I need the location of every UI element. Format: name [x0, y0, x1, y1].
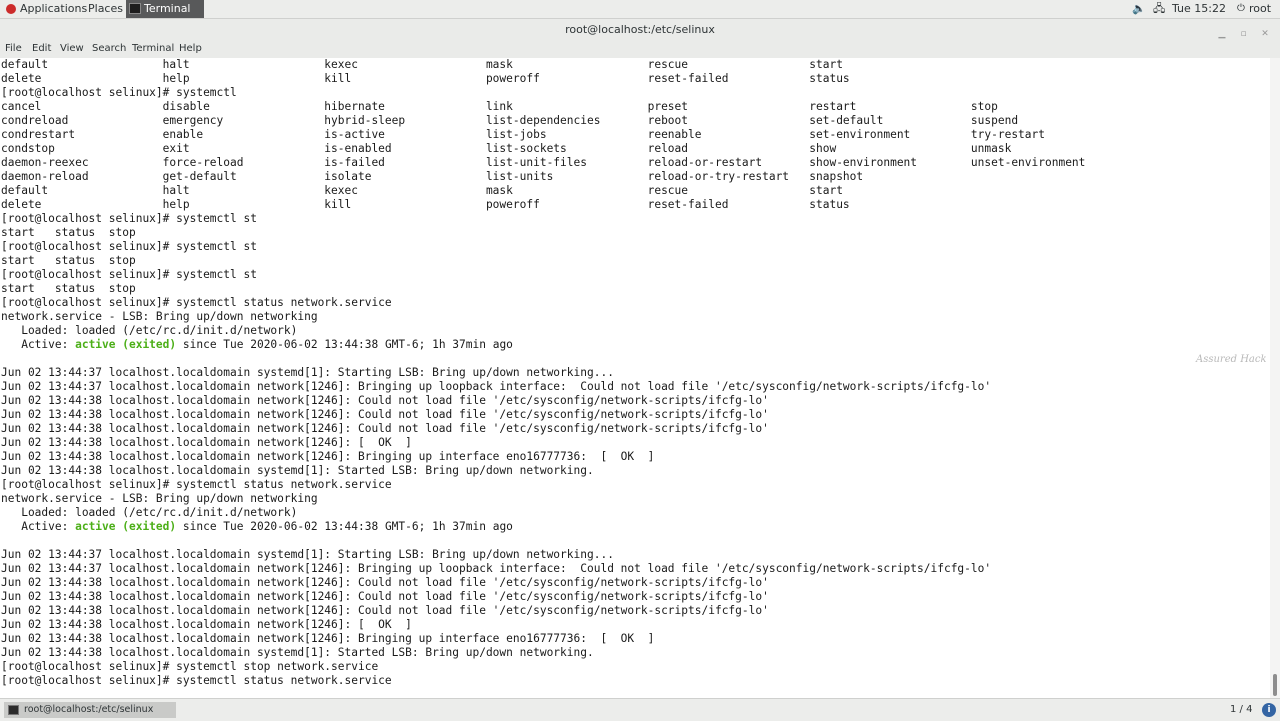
terminal-line: Jun 02 13:44:38 localhost.localdomain ne…: [1, 436, 412, 449]
terminal-line: Jun 02 13:44:38 localhost.localdomain ne…: [1, 590, 769, 603]
terminal-line: daemon-reexec force-reload is-failed lis…: [1, 156, 1086, 169]
taskbar-window-button[interactable]: root@localhost:/etc/selinux: [4, 702, 176, 718]
window-title: root@localhost:/etc/selinux: [565, 23, 715, 36]
menu-file[interactable]: File: [5, 41, 22, 58]
terminal-line: condreload emergency hybrid-sleep list-d…: [1, 114, 1019, 127]
minimize-icon[interactable]: ▁: [1215, 27, 1229, 41]
bottom-panel: root@localhost:/etc/selinux 1 / 4 i: [0, 698, 1280, 721]
terminal-line: [root@localhost selinux]# systemctl st: [1, 212, 257, 225]
menu-terminal[interactable]: Terminal: [132, 41, 174, 58]
window-controls: ▁ ▫ ✕: [1211, 22, 1272, 39]
terminal-scrollbar[interactable]: [1270, 58, 1280, 698]
terminal-line: Active: active (exited) since Tue 2020-0…: [1, 520, 513, 533]
places-menu[interactable]: Places: [88, 0, 123, 18]
terminal-line: delete help kill poweroff reset-failed s…: [1, 198, 850, 211]
terminal-line: Jun 02 13:44:37 localhost.localdomain ne…: [1, 562, 992, 575]
gnome-foot-icon: [6, 4, 16, 14]
service-active-since: since Tue 2020-06-02 13:44:38 GMT-6; 1h …: [176, 338, 513, 351]
terminal-line: Jun 02 13:44:37 localhost.localdomain sy…: [1, 548, 614, 561]
terminal-line: [root@localhost selinux]# systemctl stat…: [1, 674, 399, 687]
terminal-icon: [8, 705, 19, 715]
top-panel: Applications Places Terminal 🔈 🖧 Tue 15:…: [0, 0, 1280, 19]
menu-search[interactable]: Search: [92, 41, 126, 58]
terminal-line: [root@localhost selinux]# systemctl st: [1, 268, 257, 281]
terminal-line: Jun 02 13:44:38 localhost.localdomain ne…: [1, 604, 769, 617]
terminal-line: [root@localhost selinux]# systemctl stat…: [1, 296, 392, 309]
terminal-line: Jun 02 13:44:38 localhost.localdomain sy…: [1, 464, 594, 477]
terminal-line: Jun 02 13:44:38 localhost.localdomain ne…: [1, 422, 769, 435]
user-icon: ⏻: [1237, 3, 1245, 14]
terminal-icon: [129, 3, 141, 14]
terminal-line: [root@localhost selinux]# systemctl: [1, 86, 237, 99]
terminal-line: start status stop: [1, 254, 136, 267]
workspace-indicator[interactable]: 1 / 4: [1230, 699, 1252, 721]
terminal-output[interactable]: default halt kexec mask rescue start dele…: [0, 58, 1270, 698]
service-active-status: active (exited): [75, 338, 177, 351]
window-title-bar[interactable]: root@localhost:/etc/selinux ▁ ▫ ✕: [0, 19, 1280, 41]
scrollbar-thumb[interactable]: [1273, 674, 1277, 696]
taskbar-window-label: root@localhost:/etc/selinux: [24, 704, 154, 715]
terminal-line: Jun 02 13:44:38 localhost.localdomain ne…: [1, 394, 769, 407]
terminal-line: Jun 02 13:44:37 localhost.localdomain ne…: [1, 380, 992, 393]
terminal-line: condrestart enable is-active list-jobs r…: [1, 128, 1045, 141]
applications-label: Applications: [20, 2, 88, 15]
menubar: File Edit View Search Terminal Help: [0, 41, 1280, 59]
close-icon[interactable]: ✕: [1258, 27, 1272, 41]
terminal-line: [root@localhost selinux]# systemctl stop…: [1, 660, 379, 673]
terminal-line: start status stop: [1, 226, 136, 239]
watermark: Assured Hack: [1196, 354, 1267, 365]
notification-info-icon[interactable]: i: [1262, 703, 1276, 717]
clock[interactable]: Tue 15:22: [1172, 0, 1226, 18]
service-active-since: since Tue 2020-06-02 13:44:38 GMT-6; 1h …: [176, 520, 513, 533]
top-taskbar-terminal-label: Terminal: [144, 2, 191, 15]
terminal-line: Jun 02 13:44:38 localhost.localdomain sy…: [1, 646, 594, 659]
terminal-line: Active: active (exited) since Tue 2020-0…: [1, 338, 513, 351]
terminal-line: condstop exit is-enabled list-sockets re…: [1, 142, 1012, 155]
terminal-line: cancel disable hibernate link preset res…: [1, 100, 998, 113]
terminal-line: default halt kexec mask rescue start: [1, 58, 843, 71]
menu-view[interactable]: View: [60, 41, 84, 58]
terminal-line: Jun 02 13:44:37 localhost.localdomain sy…: [1, 366, 614, 379]
service-active-status: active (exited): [75, 520, 177, 533]
volume-icon[interactable]: 🔈: [1132, 0, 1146, 18]
menu-edit[interactable]: Edit: [32, 41, 51, 58]
terminal-line: Loaded: loaded (/etc/rc.d/init.d/network…: [1, 324, 298, 337]
terminal-line: Jun 02 13:44:38 localhost.localdomain ne…: [1, 632, 655, 645]
applications-menu[interactable]: Applications: [4, 0, 87, 18]
top-taskbar-terminal-button[interactable]: Terminal: [126, 0, 204, 18]
terminal-line: start status stop: [1, 282, 136, 295]
user-menu[interactable]: ⏻ root: [1237, 0, 1271, 18]
terminal-line: Jun 02 13:44:38 localhost.localdomain ne…: [1, 408, 769, 421]
terminal-line: [root@localhost selinux]# systemctl st: [1, 240, 257, 253]
terminal-lines: default halt kexec mask rescue start dele…: [1, 58, 1085, 688]
terminal-line: network.service - LSB: Bring up/down net…: [1, 310, 318, 323]
terminal-line: network.service - LSB: Bring up/down net…: [1, 492, 318, 505]
maximize-icon[interactable]: ▫: [1237, 27, 1251, 41]
terminal-line: [root@localhost selinux]# systemctl stat…: [1, 478, 392, 491]
terminal-line: daemon-reload get-default isolate list-u…: [1, 170, 864, 183]
terminal-line: delete help kill poweroff reset-failed s…: [1, 72, 850, 85]
terminal-line: Loaded: loaded (/etc/rc.d/init.d/network…: [1, 506, 298, 519]
terminal-line: Jun 02 13:44:38 localhost.localdomain ne…: [1, 450, 655, 463]
menu-help[interactable]: Help: [179, 41, 202, 58]
user-name: root: [1249, 2, 1272, 15]
terminal-line: Jun 02 13:44:38 localhost.localdomain ne…: [1, 618, 412, 631]
terminal-line: Jun 02 13:44:38 localhost.localdomain ne…: [1, 576, 769, 589]
terminal-line: default halt kexec mask rescue start: [1, 184, 843, 197]
network-icon[interactable]: 🖧: [1153, 0, 1165, 18]
